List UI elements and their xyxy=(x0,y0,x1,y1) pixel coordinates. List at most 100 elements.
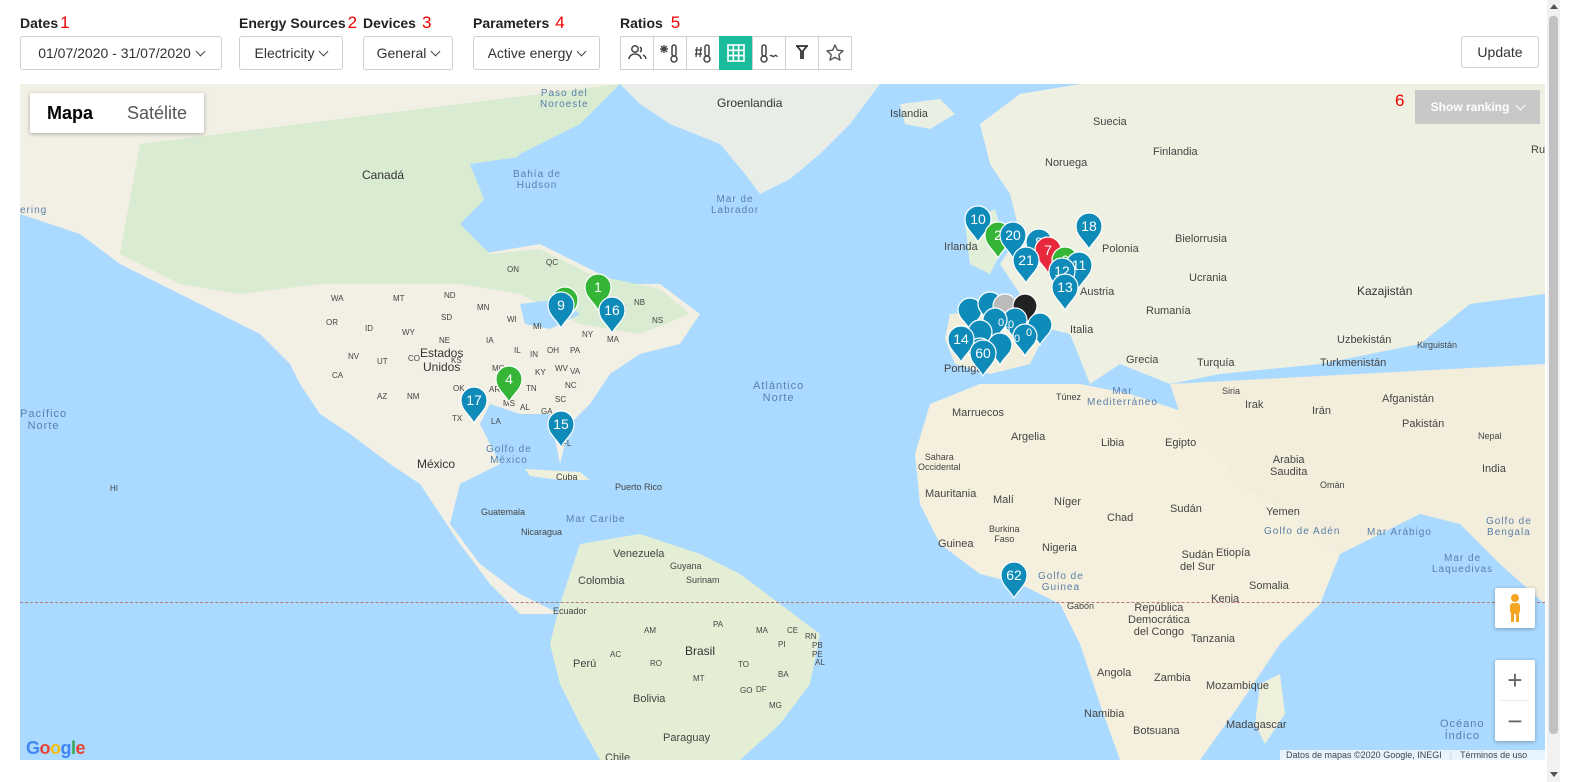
scroll-up-icon[interactable] xyxy=(1550,4,1558,9)
state-label: WA xyxy=(331,294,344,303)
site-marker[interactable]: 4 xyxy=(494,365,524,404)
map-label: Nepal xyxy=(1478,431,1502,441)
sea-label: Mar de Labrador xyxy=(711,194,760,216)
ratio-temperature-button[interactable] xyxy=(752,36,786,70)
map-label: Brasil xyxy=(685,644,716,658)
map-label: Marruecos xyxy=(952,407,1004,419)
parameters-number: 4 xyxy=(555,13,565,32)
sea-label: Golfo de Guinea xyxy=(1038,571,1084,593)
map-label: Rumanía xyxy=(1146,305,1191,317)
map-label: Cuba xyxy=(556,472,578,482)
map-label: Guatemala xyxy=(481,507,526,517)
state-label: NE xyxy=(439,336,451,345)
chevron-down-icon xyxy=(576,46,587,56)
sea-label: Paso del Noroeste xyxy=(540,88,589,110)
state-label: BA xyxy=(778,670,789,679)
update-button[interactable]: Update xyxy=(1461,36,1539,68)
ratio-favorite-button[interactable] xyxy=(818,36,852,70)
dates-select[interactable]: 01/07/2020 - 31/07/2020 xyxy=(20,36,222,70)
state-label: OR xyxy=(326,318,338,327)
marker-label: 18 xyxy=(1081,218,1097,234)
europe-landmass xyxy=(980,84,1545,384)
map-label: Siria xyxy=(1222,386,1241,396)
marker-label: 1 xyxy=(594,279,602,295)
map-label: Botsuana xyxy=(1133,725,1180,737)
terms-link[interactable]: Términos de uso xyxy=(1460,750,1527,760)
site-marker[interactable]: 15 xyxy=(546,410,576,449)
energy-sources-filter: Energy Sources 2 Electricity xyxy=(239,13,357,70)
map-label: Etiopía xyxy=(1216,547,1251,559)
map-label: Italia xyxy=(1070,324,1094,336)
state-label: UT xyxy=(377,357,388,366)
zoom-out-button[interactable]: − xyxy=(1495,701,1535,741)
sea-label: Mar Arábigo xyxy=(1367,527,1432,538)
map-label: Surinam xyxy=(686,575,720,585)
ratio-grid-button[interactable] xyxy=(719,36,753,70)
map-label: Groenlandia xyxy=(717,96,783,110)
google-logo: Google xyxy=(26,738,86,758)
ratio-degree-days-cold-button[interactable] xyxy=(653,36,687,70)
state-label: PI xyxy=(778,640,786,649)
devices-select[interactable]: General xyxy=(363,36,453,70)
map-label: Túnez xyxy=(1056,392,1082,402)
state-label: GO xyxy=(740,686,753,695)
street-view-button[interactable] xyxy=(1495,588,1535,628)
marker-label: 9 xyxy=(557,297,565,313)
devices-label: Devices xyxy=(363,15,416,31)
state-label: CO xyxy=(408,354,420,363)
state-label: SD xyxy=(441,313,453,322)
map-label: Angola xyxy=(1097,667,1132,679)
marker-label: 15 xyxy=(553,416,569,432)
state-label: RN xyxy=(805,632,817,641)
ratio-filter-button[interactable] xyxy=(785,36,819,70)
site-marker[interactable]: 16 xyxy=(597,296,627,335)
state-label: MA xyxy=(607,335,619,344)
map-type-map-button[interactable]: Mapa xyxy=(30,93,110,133)
site-marker[interactable]: 18 xyxy=(1074,212,1104,251)
sea-label: Mar Caribe xyxy=(566,514,626,525)
parameters-select[interactable]: Active energy xyxy=(473,36,600,70)
state-label: ID xyxy=(365,324,373,333)
star-icon xyxy=(826,44,844,61)
sea-label: Océano Índico xyxy=(1440,718,1485,742)
filter-icon xyxy=(796,45,808,59)
state-label: AZ xyxy=(377,392,388,401)
map-label: Uzbekistán xyxy=(1337,334,1392,346)
map-label: Argelia xyxy=(1011,431,1046,443)
ratio-degree-days-button[interactable] xyxy=(686,36,720,70)
scroll-down-icon[interactable] xyxy=(1550,772,1558,777)
show-ranking-button[interactable]: Show ranking xyxy=(1415,90,1540,124)
ratio-users-button[interactable] xyxy=(620,36,654,70)
state-label: LA xyxy=(491,417,501,426)
zoom-in-button[interactable]: + xyxy=(1495,660,1535,700)
energy-sources-select[interactable]: Electricity xyxy=(239,36,343,70)
state-label: WI xyxy=(507,315,517,324)
map-label: Burkina Faso xyxy=(989,524,1020,544)
dates-label: Dates xyxy=(20,15,59,31)
site-marker[interactable]: 17 xyxy=(459,386,489,425)
map-label: Arabia Saudita xyxy=(1270,454,1308,478)
site-marker[interactable]: 9 xyxy=(546,291,576,330)
devices-filter: Devices 3 General xyxy=(363,13,453,70)
map-label: Bolivia xyxy=(633,693,666,705)
map-label: Mauritania xyxy=(925,488,977,500)
map-label: Nigeria xyxy=(1042,542,1077,554)
parameters-value: Active energy xyxy=(487,45,573,61)
map-label: Chile xyxy=(605,752,631,760)
page-scrollbar[interactable] xyxy=(1547,0,1560,782)
map-type-control: Mapa Satélite xyxy=(30,93,205,133)
state-label: TN xyxy=(526,384,537,393)
map-canvas[interactable]: Groenlandia Islandia Suecia Finlandia No… xyxy=(20,84,1545,760)
state-label: NV xyxy=(348,352,360,361)
chevron-down-icon xyxy=(195,46,206,56)
scrollbar-thumb[interactable] xyxy=(1549,16,1558,734)
site-marker[interactable]: 62 xyxy=(999,561,1029,600)
site-marker[interactable]: 21 xyxy=(1011,246,1041,285)
site-marker[interactable]: 60 xyxy=(968,339,998,378)
map-label: Puerto Rico xyxy=(615,482,663,492)
sea-label: Mar de Laquedivas xyxy=(1432,553,1494,575)
map-type-satellite-button[interactable]: Satélite xyxy=(110,93,204,133)
chevron-down-icon xyxy=(1515,100,1526,110)
map-land-shapes xyxy=(20,84,1545,760)
map-label: Ucrania xyxy=(1189,272,1227,284)
